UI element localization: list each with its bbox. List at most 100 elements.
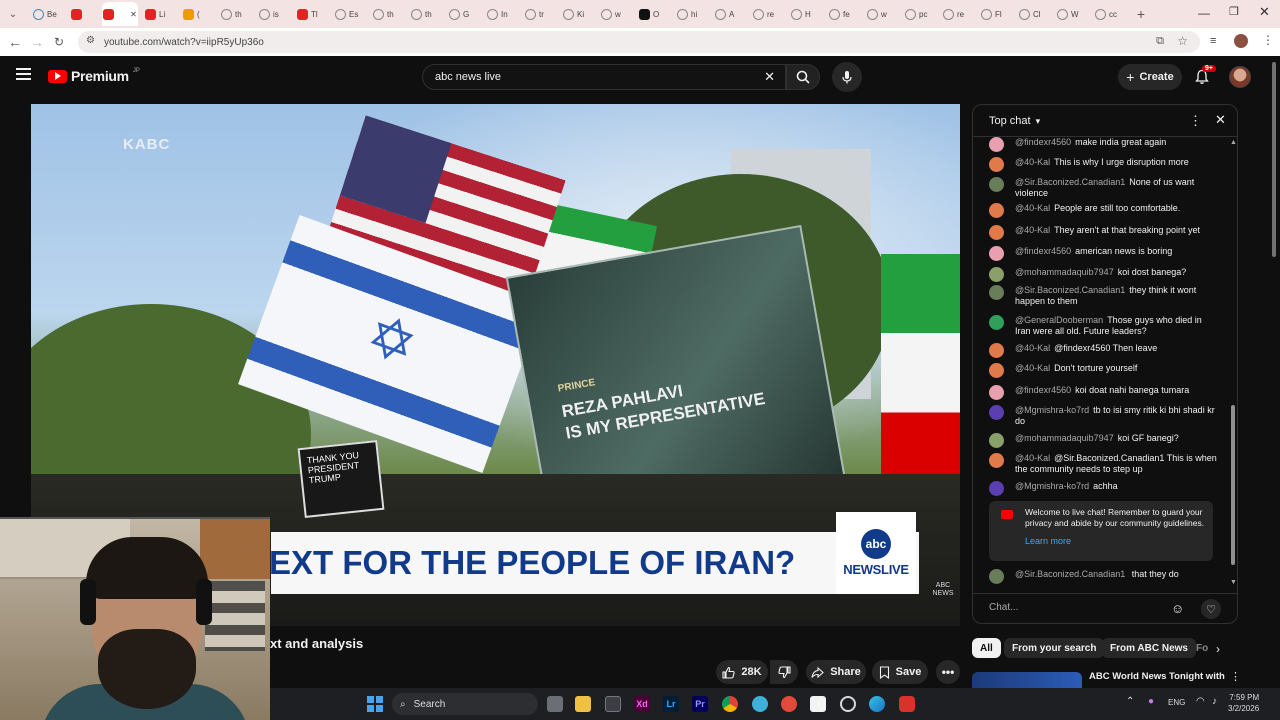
wifi-icon[interactable]: ◠ <box>1196 696 1205 707</box>
tray-mic-icon[interactable]: ● <box>1148 696 1154 707</box>
chat-options-icon[interactable]: ⋮ <box>1189 113 1202 129</box>
profile-avatar[interactable] <box>1234 34 1248 48</box>
browser-tab[interactable] <box>64 2 102 26</box>
edge-icon[interactable] <box>869 696 885 712</box>
taskbar-clock[interactable]: 7:59 PM 3/2/2026 <box>1228 692 1259 714</box>
chat-author[interactable]: @40-Kal <box>1015 363 1050 373</box>
create-button[interactable]: + Create <box>1118 64 1182 90</box>
chat-author[interactable]: @findexr4560 <box>1015 385 1071 395</box>
chrome-icon[interactable] <box>722 696 738 712</box>
chat-author[interactable]: @findexr4560 <box>1015 246 1071 256</box>
browser-tab[interactable]: Es <box>328 2 366 26</box>
close-window-icon[interactable]: ✕ <box>1259 4 1270 20</box>
acrobat-icon[interactable] <box>899 696 915 712</box>
search-button[interactable] <box>786 64 820 90</box>
new-tab-plus-icon[interactable]: + <box>1130 3 1152 25</box>
volume-icon[interactable]: ♪ <box>1212 696 1217 707</box>
chat-author[interactable]: @Sir.Baconized.Canadian1 <box>1015 569 1125 579</box>
emoji-icon[interactable]: ☺ <box>1171 601 1184 616</box>
chat-author[interactable]: @40-Kal <box>1015 343 1050 353</box>
chat-author[interactable]: @mohammadaquib7947 <box>1015 267 1114 277</box>
browser-tab[interactable]: Li <box>138 2 176 26</box>
recommended-more-icon[interactable]: ⋮ <box>1230 670 1241 683</box>
task-view-icon[interactable] <box>547 696 563 712</box>
lightroom-icon[interactable]: Lr <box>663 696 679 712</box>
browser-tab[interactable]: H <box>784 2 822 26</box>
account-avatar[interactable] <box>1229 66 1251 88</box>
chat-author[interactable]: @Mgmishra-ko7rd <box>1015 405 1089 415</box>
filter-chip[interactable]: From your search <box>1004 638 1105 658</box>
close-tab-icon[interactable]: ✕ <box>130 10 137 19</box>
back-arrow-icon[interactable]: ← <box>4 31 26 53</box>
browser-tab[interactable]: w <box>594 2 632 26</box>
filter-chip[interactable]: All <box>972 638 1001 658</box>
bookmark-star-icon[interactable]: ☆ <box>1177 34 1188 48</box>
reload-icon[interactable]: ↻ <box>48 31 70 53</box>
browser-tab[interactable]: ( <box>176 2 214 26</box>
browser-tab[interactable]: G <box>442 2 480 26</box>
share-button[interactable]: Share <box>806 660 866 684</box>
browser-tab[interactable]: A <box>708 2 746 26</box>
media-control-icon[interactable]: ≡ <box>1210 35 1216 47</box>
chat-app-icon[interactable] <box>752 696 768 712</box>
browser-tab[interactable]: cc <box>1088 2 1126 26</box>
chat-author[interactable]: @findexr4560 <box>1015 137 1071 147</box>
restore-icon[interactable]: ❐ <box>1229 5 1239 18</box>
forward-arrow-icon[interactable]: → <box>26 31 48 53</box>
browser-tab[interactable]: re <box>746 2 784 26</box>
url-bar[interactable]: ⚙ youtube.com/watch?v=iipR5yUp36o ⧉ ☆ <box>78 31 1200 53</box>
browser-tab[interactable]: th <box>366 2 404 26</box>
browser-tab[interactable]: W <box>1050 2 1088 26</box>
adobe-xd-icon[interactable]: Xd <box>634 696 650 712</box>
window-app-icon[interactable] <box>605 696 621 712</box>
file-explorer-icon[interactable] <box>575 696 591 712</box>
more-actions-button[interactable]: ••• <box>936 660 960 684</box>
taskbar-search[interactable]: ⌕ Search <box>392 693 538 715</box>
tray-chevron-icon[interactable]: ⌃ <box>1126 696 1134 707</box>
youtube-logo[interactable]: Premium JP <box>48 68 140 84</box>
notifications-button[interactable]: 9+ <box>1192 65 1216 87</box>
search-input[interactable]: abc news live ✕ <box>422 64 786 90</box>
browser-tab[interactable]: O <box>632 2 670 26</box>
chat-author[interactable]: @GeneralDooberman <box>1015 315 1103 325</box>
browser-menu-icon[interactable]: ⋮ <box>1262 33 1274 47</box>
browser-tab[interactable]: fe <box>822 2 860 26</box>
clear-search-icon[interactable]: ✕ <box>764 69 775 85</box>
minimize-icon[interactable]: — <box>1198 6 1210 20</box>
document-app-icon[interactable] <box>810 696 826 712</box>
save-button[interactable]: Save <box>872 660 928 684</box>
close-chat-icon[interactable]: ✕ <box>1215 112 1226 128</box>
chat-author[interactable]: @Sir.Baconized.Canadian1 <box>1015 285 1125 295</box>
chat-input[interactable]: Chat... <box>989 602 1018 613</box>
chat-author[interactable]: @Sir.Baconized.Canadian1 <box>1015 177 1125 187</box>
voice-search-button[interactable] <box>832 62 862 92</box>
site-info-icon[interactable]: ⚙ <box>86 35 95 46</box>
record-app-icon[interactable] <box>781 696 797 712</box>
chat-author[interactable]: @40-Kal <box>1015 157 1050 167</box>
filter-chip[interactable]: From ABC News <box>1102 638 1196 658</box>
language-indicator[interactable]: ENG <box>1168 698 1185 707</box>
browser-tab[interactable]: hi <box>670 2 708 26</box>
browser-tab[interactable]: pc <box>898 2 936 26</box>
install-icon[interactable]: ⧉ <box>1156 35 1164 48</box>
chat-scrollbar[interactable] <box>1231 405 1235 565</box>
chips-next-chevron-icon[interactable]: › <box>1216 642 1220 656</box>
chat-author[interactable]: @40-Kal <box>1015 203 1050 213</box>
browser-tab[interactable]: Be <box>26 2 64 26</box>
browser-tab[interactable]: Fl <box>974 2 1012 26</box>
browser-tab[interactable]: re <box>936 2 974 26</box>
browser-tab[interactable]: Cl <box>1012 2 1050 26</box>
premiere-icon[interactable]: Pr <box>692 696 708 712</box>
like-button[interactable]: 28K <box>716 660 768 684</box>
settings-app-icon[interactable] <box>840 696 856 712</box>
chat-author[interactable]: @mohammadaquib7947 <box>1015 433 1114 443</box>
tab-list-chevron-icon[interactable]: ⌄ <box>0 3 26 25</box>
dislike-button[interactable] <box>770 660 798 684</box>
browser-tab[interactable]: In <box>480 2 518 26</box>
chat-mode-dropdown[interactable]: Top chat ▾ <box>989 115 1040 127</box>
hamburger-menu-icon[interactable] <box>16 68 31 80</box>
browser-tab[interactable]: th <box>214 2 252 26</box>
chat-author[interactable]: @Mgmishra-ko7rd <box>1015 481 1089 491</box>
chat-author[interactable]: @40-Kal <box>1015 225 1050 235</box>
browser-tab[interactable]: th <box>404 2 442 26</box>
